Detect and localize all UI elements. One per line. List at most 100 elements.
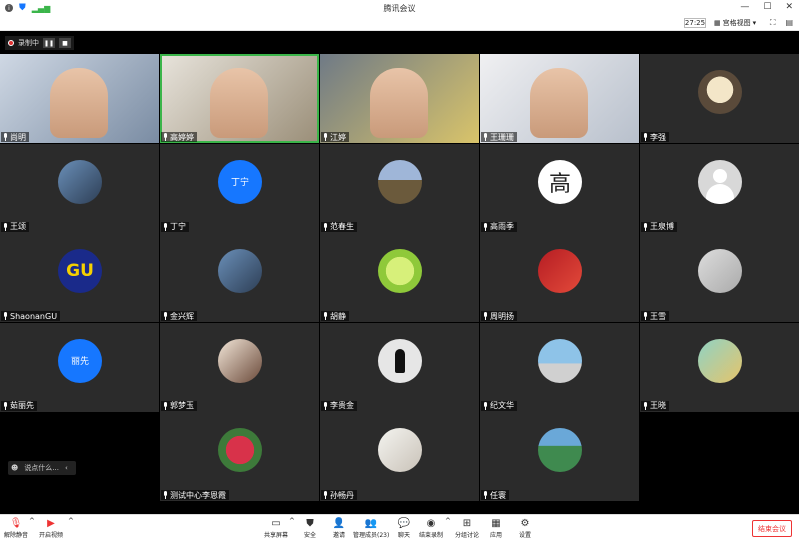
avatar (378, 338, 422, 383)
apps-button[interactable]: ▦ 应用 (489, 517, 503, 540)
unmute-label: 解除静音 (4, 532, 29, 539)
participant-name-tag: 郭梦玉 (161, 400, 197, 411)
participant-name: 李贵金 (330, 401, 354, 410)
participant-name: 金兴辉 (170, 311, 194, 321)
emoji-icon[interactable]: ☻ (11, 464, 18, 472)
participant-name-tag: 王颂 (1, 221, 29, 232)
participant-name: 尚明 (10, 132, 26, 142)
participant-name-tag: 王泉博 (641, 221, 677, 232)
participant-tile[interactable]: GU ShaonanGU (0, 233, 159, 322)
mic-muted-icon (482, 491, 489, 499)
recording-label: 录制中 (18, 39, 39, 47)
participant-tile[interactable]: 丽先 茹丽先 (0, 322, 159, 412)
mic-muted-icon (322, 491, 329, 499)
participant-tile[interactable]: 李贵金 (320, 322, 479, 412)
video-feed (50, 68, 108, 138)
avatar (538, 338, 582, 383)
chat-input[interactable]: ☻ 说点什么... ‹ (8, 461, 76, 475)
security-button[interactable]: ⛊ 安全 (303, 517, 317, 540)
participant-tile[interactable]: 尚明 (0, 54, 159, 143)
video-options-chevron[interactable]: ^ (68, 517, 74, 525)
sidebar-toggle-icon[interactable]: ▤ (785, 18, 793, 28)
chat-placeholder: 说点什么... (24, 464, 59, 472)
participant-tile[interactable]: 丁宁 丁宁 (160, 143, 319, 233)
participant-name: 任寰 (490, 490, 506, 500)
apps-icon: ▦ (491, 517, 501, 529)
meeting-timer: 27:25 (684, 18, 706, 28)
bottom-toolbar: 🎙 解除静音 ^ ▶ 开启视频 ^ ▭ 共享屏幕 ^ ⛊ 安全 👤 邀请 👥 管… (0, 514, 799, 542)
participant-name-tag: 王珊珊 (481, 132, 517, 142)
video-feed (210, 68, 268, 138)
participant-name: 王颂 (10, 222, 26, 231)
chevron-left-icon[interactable]: ‹ (65, 464, 68, 472)
breakout-label: 分组讨论 (455, 532, 480, 539)
members-icon: 👥 (364, 517, 378, 529)
stop-recording-button[interactable]: ■ (59, 38, 71, 48)
avatar (698, 159, 742, 204)
participant-tile[interactable]: 李强 (640, 54, 799, 143)
participant-tile[interactable]: 金兴辉 (160, 233, 319, 322)
participant-tile[interactable]: 纪文华 (480, 322, 639, 412)
fullscreen-icon[interactable]: ⛶ (770, 18, 776, 28)
minimize-icon[interactable]: — (740, 2, 749, 12)
settings-button[interactable]: ⚙ 设置 (518, 517, 532, 540)
participant-tile[interactable]: 孙畅丹 (320, 412, 479, 501)
invite-label: 邀请 (332, 532, 345, 539)
maximize-icon[interactable]: ☐ (763, 2, 771, 12)
participant-tile[interactable]: 王泉博 (640, 143, 799, 233)
chat-button[interactable]: 💬 聊天 (397, 517, 411, 540)
participant-tile[interactable]: 王雪 (640, 233, 799, 322)
participant-name: 高雨季 (490, 222, 514, 231)
participant-tile[interactable]: 郭梦玉 (160, 322, 319, 412)
share-screen-icon: ▭ (271, 517, 281, 529)
breakout-button[interactable]: ⊞ 分组讨论 (455, 517, 480, 540)
mic-muted-icon (2, 312, 9, 320)
mic-muted-icon (162, 222, 169, 231)
mic-options-chevron[interactable]: ^ (29, 517, 35, 525)
participant-name: 王泉博 (650, 222, 674, 231)
end-meeting-button[interactable]: 结束会议 (752, 520, 792, 537)
participant-tile[interactable]: 胡静 (320, 233, 479, 322)
participant-tile[interactable]: 测试中心李恩霞 (160, 412, 319, 501)
avatar: 丁宁 (218, 159, 262, 204)
participant-name: 纪文华 (490, 401, 514, 410)
record-icon: ◉ (426, 517, 436, 529)
mic-muted-icon (2, 222, 9, 231)
share-screen-button[interactable]: ▭ 共享屏幕 (264, 517, 288, 540)
mic-muted-icon (482, 133, 489, 141)
participant-name-tag: 高雨季 (481, 221, 517, 232)
participant-tile[interactable]: 高婷婷 (160, 54, 319, 143)
participant-tile[interactable]: 江婷 (320, 54, 479, 143)
share-options-chevron[interactable]: ^ (289, 517, 295, 525)
participant-name-tag: 纪文华 (481, 400, 517, 411)
mic-icon (322, 133, 329, 141)
invite-button[interactable]: 👤 邀请 (332, 517, 346, 540)
grid-view-label: 宫格视图 (722, 19, 751, 27)
mic-muted-icon (322, 312, 329, 320)
start-video-button[interactable]: ▶ 开启视频 (39, 517, 63, 540)
participant-name: 丁宁 (170, 222, 186, 231)
participant-tile[interactable]: 高高雨季 (480, 143, 639, 233)
stop-recording-toolbar-button[interactable]: ◉ 结束录制 (419, 517, 443, 540)
participant-tile[interactable]: 范春生 (320, 143, 479, 233)
mic-muted-icon (322, 401, 329, 410)
participant-tile[interactable]: 王颂 (0, 143, 159, 233)
avatar (698, 70, 742, 114)
avatar (218, 338, 262, 383)
participant-tile[interactable]: 周明扬 (480, 233, 639, 322)
manage-members-button[interactable]: 👥 管理成员(23) (353, 517, 389, 540)
unmute-button[interactable]: 🎙 解除静音 (4, 517, 29, 540)
avatar (218, 249, 262, 293)
mic-muted-icon (482, 312, 489, 320)
add-user-icon: 👤 (332, 517, 346, 529)
avatar (218, 428, 262, 472)
grid-view-button[interactable]: ▦ 宫格视图 ▾ (714, 17, 756, 29)
participant-tile[interactable]: 王珊珊 (480, 54, 639, 143)
recording-indicator: 录制中 ❚❚ ■ (5, 36, 74, 50)
participant-tile[interactable]: 王晓 (640, 322, 799, 412)
participant-tile[interactable]: 任寰 (480, 412, 639, 501)
record-options-chevron[interactable]: ^ (445, 517, 451, 525)
pause-recording-button[interactable]: ❚❚ (43, 38, 55, 48)
participant-name-tag: ShaonanGU (1, 311, 61, 321)
close-icon[interactable]: ✕ (785, 2, 793, 12)
